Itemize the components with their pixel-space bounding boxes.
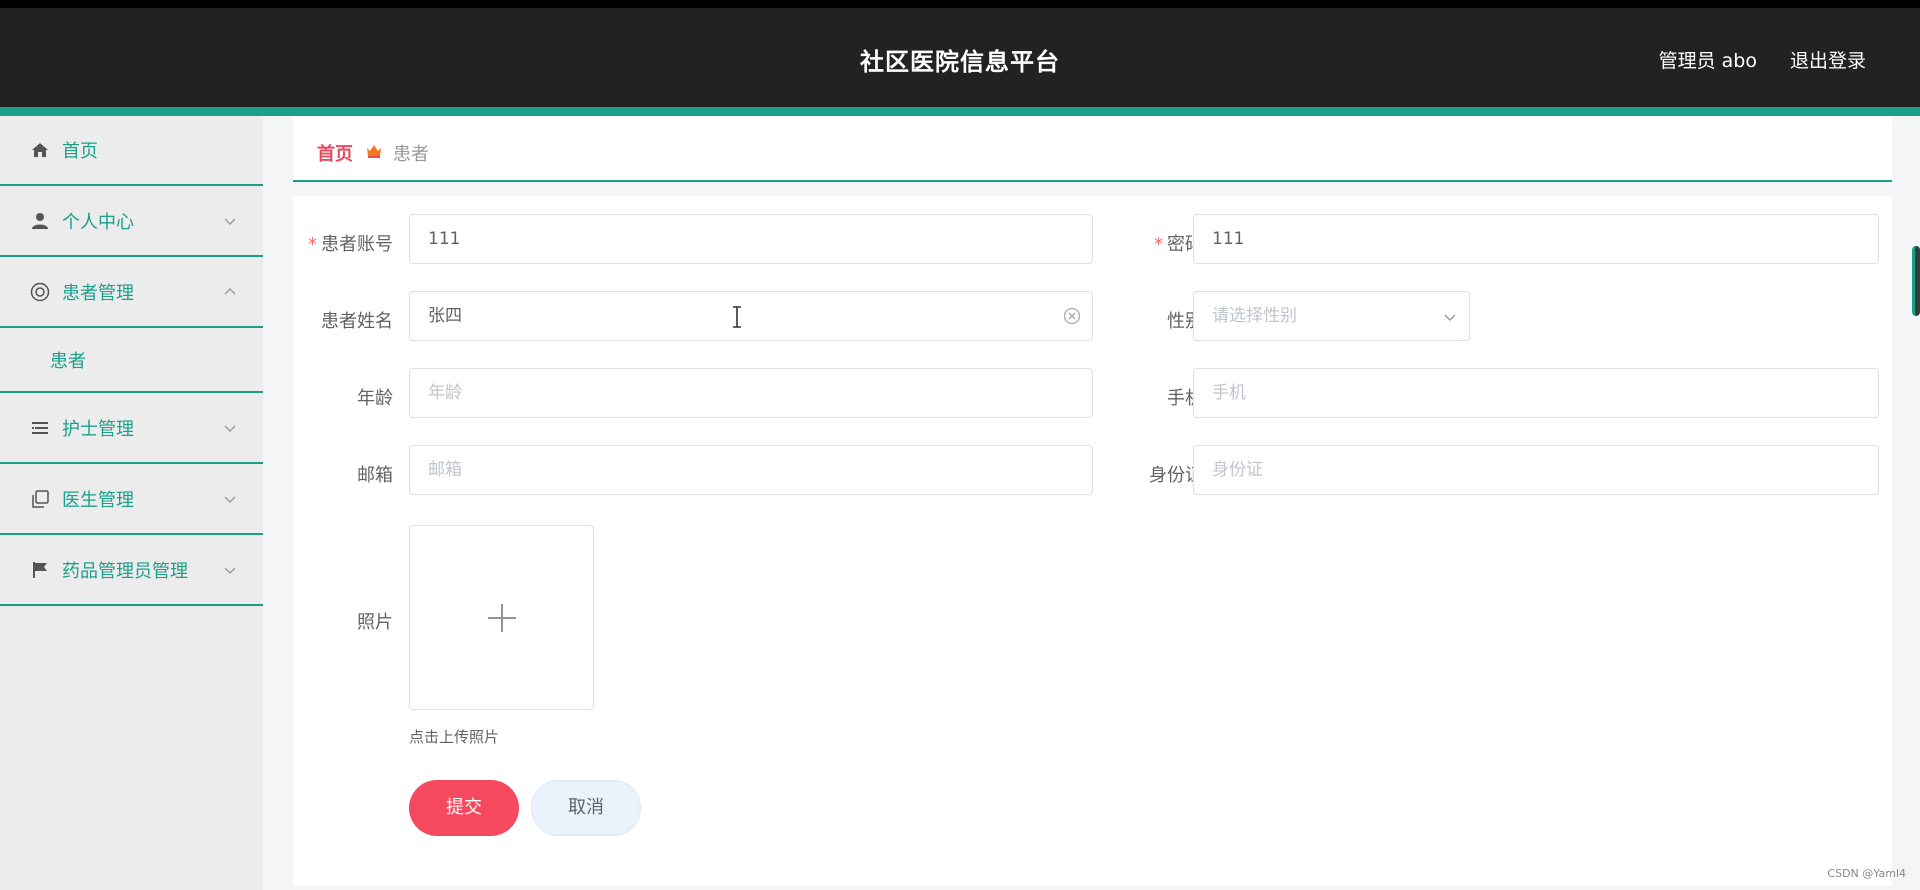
patient-manage-icon: [30, 282, 50, 302]
phone-label: 手机: [1167, 388, 1203, 409]
sidebar-item-label: 个人中心: [62, 211, 134, 233]
idcard-input[interactable]: 身份证: [1193, 445, 1879, 495]
cancel-button[interactable]: 取消: [531, 780, 641, 836]
chevron-down-icon: [224, 425, 236, 432]
age-label: 年龄: [357, 388, 393, 409]
photo-upload[interactable]: [409, 525, 594, 710]
chevron-up-icon: [224, 287, 236, 294]
sidebar-subitem-patient[interactable]: 患者: [0, 328, 263, 393]
password-label: * 密码: [1154, 234, 1203, 255]
chevron-down-icon: [224, 496, 236, 503]
watermark: CSDN @Yaml4: [1827, 867, 1906, 880]
flag-icon: [30, 560, 50, 580]
breadcrumb-current: 患者: [393, 144, 429, 165]
sidebar-item-label: 药品管理员管理: [62, 560, 188, 582]
age-input[interactable]: 年龄: [409, 368, 1093, 418]
gender-label: 性别: [1167, 311, 1203, 332]
list-icon: [30, 418, 50, 438]
breadcrumb-home-link[interactable]: 首页: [317, 140, 353, 166]
account-label: * 患者账号: [308, 234, 393, 255]
header-accent-bar: [0, 107, 1920, 116]
copy-icon: [30, 489, 50, 509]
idcard-label: 身份证: [1149, 465, 1203, 486]
logout-link[interactable]: 退出登录: [1790, 46, 1866, 73]
app-frame: 社区医院信息平台 管理员 abo 退出登录 首页 个人中心 患者管理 患者 护士…: [0, 8, 1920, 890]
crown-icon: [367, 145, 381, 158]
email-label: 邮箱: [357, 465, 393, 486]
email-input[interactable]: 邮箱: [409, 445, 1093, 495]
account-input[interactable]: 111: [409, 214, 1093, 264]
user-icon: [30, 211, 50, 231]
main-content: 首页 患者 * 患者账号 111 * 密码 111 患者姓名 张四 性别 请选择…: [293, 116, 1892, 890]
chevron-down-icon: [224, 567, 236, 574]
chevron-down-icon: [1444, 314, 1456, 321]
sidebar-item-doctor-manage[interactable]: 医生管理: [0, 464, 263, 535]
sidebar-item-home[interactable]: 首页: [0, 116, 263, 186]
upload-hint: 点击上传照片: [409, 728, 500, 746]
plus-icon: [488, 604, 516, 632]
required-marker: *: [308, 234, 317, 255]
sidebar-item-patient-manage[interactable]: 患者管理: [0, 257, 263, 328]
top-header: 社区医院信息平台 管理员 abo 退出登录: [0, 8, 1920, 107]
required-marker: *: [1154, 234, 1163, 255]
sidebar-item-label: 医生管理: [62, 489, 134, 511]
password-input[interactable]: 111: [1193, 214, 1879, 264]
photo-label: 照片: [357, 612, 393, 633]
app-title: 社区医院信息平台: [860, 48, 1060, 76]
sidebar-item-label: 患者管理: [62, 282, 134, 304]
text-cursor-icon: [733, 306, 741, 328]
sidebar-subitem-label: 患者: [50, 350, 86, 372]
name-input[interactable]: 张四: [409, 291, 1093, 341]
home-icon: [30, 140, 50, 160]
sidebar-item-pharmacist-manage[interactable]: 药品管理员管理: [0, 535, 263, 606]
chevron-down-icon: [224, 218, 236, 225]
submit-button[interactable]: 提交: [409, 780, 519, 836]
patient-form: * 患者账号 111 * 密码 111 患者姓名 张四 性别 请选择性别 年龄 …: [293, 196, 1892, 886]
clear-icon[interactable]: [1062, 306, 1082, 326]
name-label: 患者姓名: [321, 311, 393, 332]
sidebar-item-personal-center[interactable]: 个人中心: [0, 186, 263, 257]
phone-input[interactable]: 手机: [1193, 368, 1879, 418]
sidebar: 首页 个人中心 患者管理 患者 护士管理 医生管理 药品管理员管理: [0, 116, 263, 890]
sidebar-item-label: 护士管理: [62, 418, 134, 440]
current-user: 管理员 abo: [1658, 50, 1757, 72]
breadcrumb: 首页 患者: [293, 116, 1892, 182]
sidebar-item-label: 首页: [62, 141, 98, 162]
gender-select[interactable]: 请选择性别: [1193, 291, 1470, 341]
scrollbar-handle[interactable]: [1912, 246, 1920, 316]
sidebar-item-nurse-manage[interactable]: 护士管理: [0, 393, 263, 464]
